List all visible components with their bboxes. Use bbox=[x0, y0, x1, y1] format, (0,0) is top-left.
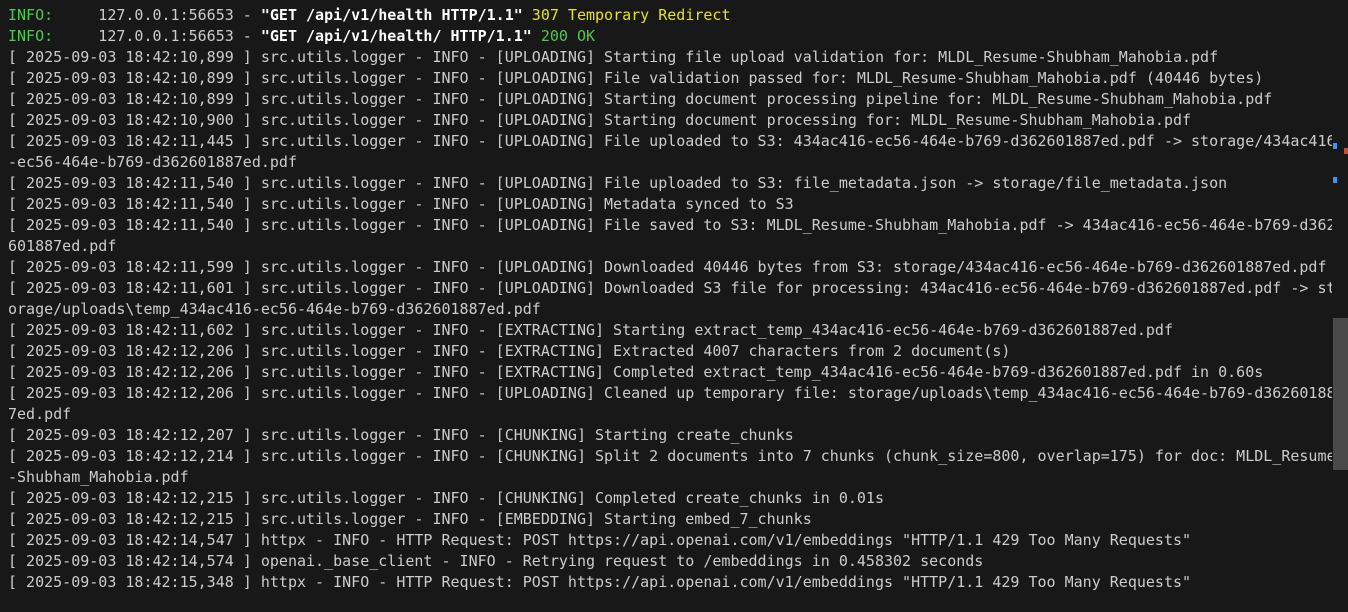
log-line: [ 2025-09-03 18:42:12,215 ] src.utils.lo… bbox=[8, 510, 812, 528]
terminal-panel[interactable]: INFO: 127.0.0.1:56653 - "GET /api/v1/hea… bbox=[0, 0, 1348, 612]
status-code: 307 Temporary Redirect bbox=[522, 6, 731, 24]
terminal-output: INFO: 127.0.0.1:56653 - "GET /api/v1/hea… bbox=[8, 5, 1332, 593]
log-line: [ 2025-09-03 18:42:11,601 ] src.utils.lo… bbox=[8, 279, 1332, 297]
log-line: [ 2025-09-03 18:42:10,899 ] src.utils.lo… bbox=[8, 48, 1219, 66]
log-line: [ 2025-09-03 18:42:11,540 ] src.utils.lo… bbox=[8, 216, 1332, 234]
request-line: "GET /api/v1/health HTTP/1.1" bbox=[260, 6, 523, 24]
log-line: [ 2025-09-03 18:42:14,574 ] openai._base… bbox=[8, 552, 984, 570]
log-line: [ 2025-09-03 18:42:10,899 ] src.utils.lo… bbox=[8, 90, 1273, 108]
log-line: [ 2025-09-03 18:42:10,899 ] src.utils.lo… bbox=[8, 69, 1264, 87]
overview-ruler-mark bbox=[1333, 177, 1337, 183]
log-line: [ 2025-09-03 18:42:10,900 ] src.utils.lo… bbox=[8, 111, 1192, 129]
overview-ruler-mark bbox=[1333, 143, 1337, 149]
log-line: [ 2025-09-03 18:42:12,207 ] src.utils.lo… bbox=[8, 426, 794, 444]
request-line: "GET /api/v1/health/ HTTP/1.1" bbox=[260, 27, 532, 45]
log-line: [ 2025-09-03 18:42:11,540 ] src.utils.lo… bbox=[8, 174, 1228, 192]
log-line: [ 2025-09-03 18:42:12,206 ] src.utils.lo… bbox=[8, 384, 1332, 402]
vertical-scrollbar[interactable] bbox=[1333, 0, 1348, 612]
log-line-wrap: -ec56-464e-b769-d362601887ed.pdf bbox=[8, 153, 297, 171]
access-log-line: INFO: 127.0.0.1:56653 - "GET /api/v1/hea… bbox=[8, 26, 1332, 47]
client-address: 127.0.0.1:56653 - bbox=[53, 6, 261, 24]
log-level: INFO: bbox=[8, 27, 54, 45]
log-line: [ 2025-09-03 18:42:14,547 ] httpx - INFO… bbox=[8, 531, 1192, 549]
log-line: [ 2025-09-03 18:42:12,206 ] src.utils.lo… bbox=[8, 342, 1011, 360]
overview-ruler-mark bbox=[1344, 148, 1348, 154]
log-line-wrap: -Shubham_Mahobia.pdf bbox=[8, 468, 189, 486]
log-level: INFO: bbox=[8, 6, 54, 24]
status-code: 200 OK bbox=[531, 27, 596, 45]
log-line: [ 2025-09-03 18:42:15,348 ] httpx - INFO… bbox=[8, 573, 1192, 591]
log-line: [ 2025-09-03 18:42:12,215 ] src.utils.lo… bbox=[8, 489, 884, 507]
log-line: [ 2025-09-03 18:42:11,602 ] src.utils.lo… bbox=[8, 321, 1173, 339]
scrollbar-thumb[interactable] bbox=[1333, 318, 1348, 470]
log-line: [ 2025-09-03 18:42:11,599 ] src.utils.lo… bbox=[8, 258, 1327, 276]
log-line-wrap: orage/uploads\temp_434ac416-ec56-464e-b7… bbox=[8, 300, 541, 318]
log-line-wrap: 601887ed.pdf bbox=[8, 237, 117, 255]
log-line-wrap: 7ed.pdf bbox=[8, 405, 72, 423]
client-address: 127.0.0.1:56653 - bbox=[53, 27, 261, 45]
access-log-line: INFO: 127.0.0.1:56653 - "GET /api/v1/hea… bbox=[8, 5, 1332, 26]
log-line: [ 2025-09-03 18:42:12,206 ] src.utils.lo… bbox=[8, 363, 1264, 381]
log-line: [ 2025-09-03 18:42:11,445 ] src.utils.lo… bbox=[8, 132, 1332, 150]
log-line: [ 2025-09-03 18:42:11,540 ] src.utils.lo… bbox=[8, 195, 794, 213]
log-line: [ 2025-09-03 18:42:12,214 ] src.utils.lo… bbox=[8, 447, 1332, 465]
